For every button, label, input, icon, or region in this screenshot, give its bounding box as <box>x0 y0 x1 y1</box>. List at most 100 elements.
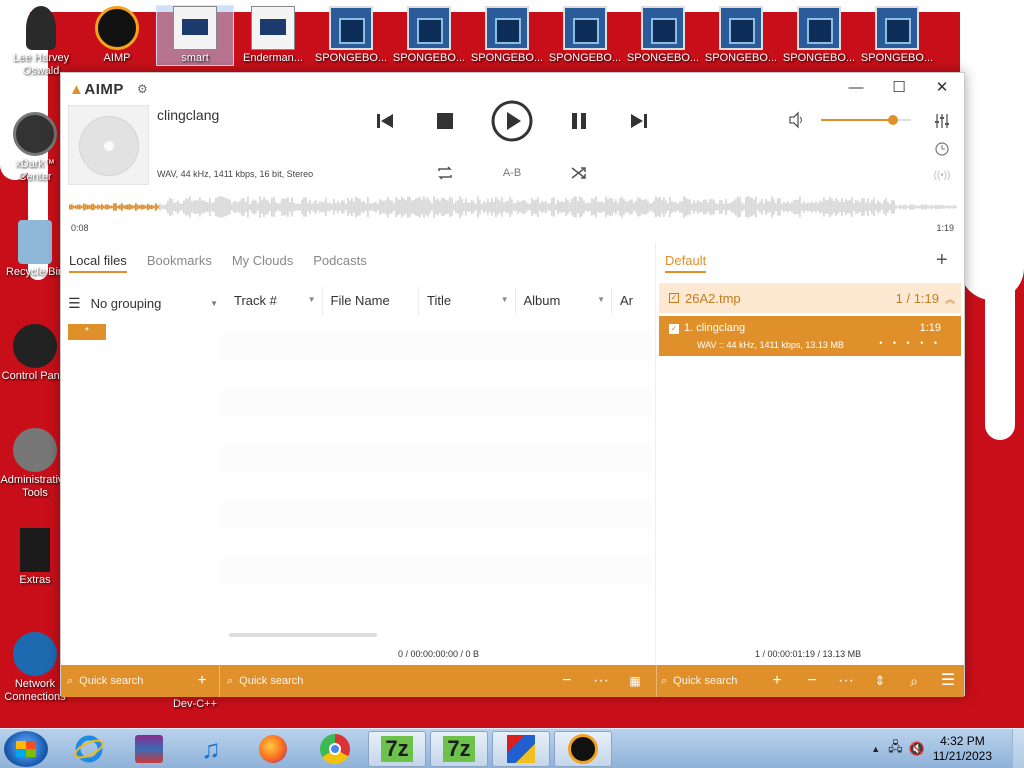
remove-files-button[interactable]: − <box>802 671 822 691</box>
waveform-bar <box>577 200 579 214</box>
playlist-tab-default[interactable]: Default <box>665 253 707 273</box>
waveform-bar <box>343 200 345 214</box>
play-button[interactable] <box>491 100 533 142</box>
clock[interactable]: 4:32 PM 11/21/2023 <box>933 734 992 764</box>
add-group-button[interactable]: + <box>192 671 212 691</box>
add-files-button[interactable]: + <box>767 671 787 691</box>
next-track-button[interactable] <box>627 109 651 133</box>
waveform-bar <box>943 204 945 210</box>
start-button[interactable] <box>4 731 48 767</box>
radio-broadcast-icon[interactable]: ((•)) <box>932 165 952 185</box>
show-hidden-icons[interactable]: ▲ <box>871 744 880 754</box>
remove-button[interactable]: − <box>557 671 577 691</box>
equalizer-button[interactable] <box>932 111 952 131</box>
group-checkbox[interactable]: ✓ <box>669 293 679 303</box>
desktop-icon-spongebob-3[interactable]: SPONGEBO... <box>468 6 546 65</box>
taskbar-ie[interactable] <box>60 731 118 767</box>
waveform-seekbar[interactable] <box>69 193 957 221</box>
minimize-button[interactable]: — <box>841 77 871 99</box>
waveform-bar <box>163 205 165 209</box>
settings-gear-icon[interactable]: ⚙ <box>137 82 148 96</box>
taskbar-virtualbox[interactable] <box>492 731 550 767</box>
tab-local-files[interactable]: Local files <box>69 253 127 273</box>
desktop-icon-aimp[interactable]: AIMP <box>78 6 156 65</box>
tab-my-clouds[interactable]: My Clouds <box>232 253 293 273</box>
taskbar-itunes[interactable]: ♫ <box>182 731 240 767</box>
taskbar-winrar[interactable] <box>120 731 178 767</box>
add-playlist-button[interactable]: + <box>936 249 948 272</box>
volume-knob[interactable] <box>888 115 898 125</box>
desktop-icon-spongebob-7[interactable]: SPONGEBO... <box>780 6 858 65</box>
filter-icon[interactable]: ▼ <box>501 295 509 304</box>
desktop-icon-spongebob-8[interactable]: SPONGEBO... <box>858 6 936 65</box>
desktop-icon-spongebob-4[interactable]: SPONGEBO... <box>546 6 624 65</box>
taskbar-aimp[interactable] <box>554 731 612 767</box>
grouping-dropdown[interactable]: ☰ No grouping ▼ <box>68 293 218 313</box>
repeat-button[interactable] <box>435 163 455 183</box>
filter-icon[interactable]: ▼ <box>308 295 316 304</box>
playlist-track-row[interactable]: ✓ 1. clingclang 1:19 WAV :: 44 kHz, 1411… <box>659 316 961 356</box>
more-options-icon[interactable]: ··· <box>591 671 611 691</box>
column-file-name[interactable]: File Name <box>323 287 419 315</box>
playlist-group-header[interactable]: ✓ 26A2.tmp 1 / 1:19 ︽ <box>659 283 961 313</box>
maximize-button[interactable]: ☐ <box>884 77 914 99</box>
volume-slider[interactable] <box>821 115 911 125</box>
library-search-input[interactable]: ⌕ Quick search <box>227 672 427 690</box>
sort-icon[interactable]: ⇕ <box>870 671 890 691</box>
filter-icon[interactable]: ▼ <box>597 295 605 304</box>
column-track-number[interactable]: Track # ▼ <box>226 287 323 315</box>
column-artist[interactable]: Ar <box>612 287 651 315</box>
view-grid-icon[interactable]: ▦ <box>625 671 645 691</box>
track-rating[interactable]: • • • • • <box>879 338 941 348</box>
desktop-icon-devcpp[interactable]: Dev-C++ <box>156 698 234 711</box>
desktop-icon-lee-harvey[interactable]: Lee Harvey Oswald <box>2 6 80 78</box>
search-icon[interactable]: ⌕ <box>904 671 924 691</box>
waveform-bar <box>355 196 357 218</box>
column-album[interactable]: Album ▼ <box>516 287 612 315</box>
desktop-icon-spongebob-6[interactable]: SPONGEBO... <box>702 6 780 65</box>
column-title[interactable]: Title ▼ <box>419 287 516 315</box>
network-tray-icon[interactable]: 🖧 <box>888 738 903 760</box>
menu-icon[interactable]: ☰ <box>938 671 958 691</box>
taskbar-firefox[interactable] <box>244 731 302 767</box>
waveform-bar <box>663 197 665 217</box>
desktop-icon-enderman[interactable]: Enderman... <box>234 6 312 65</box>
shuffle-button[interactable] <box>569 163 589 183</box>
track-checkbox[interactable]: ✓ <box>669 324 679 334</box>
waveform-bar <box>901 205 903 209</box>
pane-divider[interactable] <box>655 243 656 663</box>
scheduler-button[interactable] <box>932 139 952 159</box>
waveform-bar <box>753 199 755 215</box>
previous-track-button[interactable] <box>373 109 397 133</box>
desktop-icon-smart[interactable]: smart <box>156 5 234 66</box>
volume-tray-icon[interactable]: 🔇 <box>909 741 925 757</box>
desktop-icon-spongebob-1[interactable]: SPONGEBO... <box>312 6 390 65</box>
collapse-icon[interactable]: ︽ <box>945 291 955 306</box>
playlist-search-input[interactable]: ⌕ Quick search <box>661 672 771 690</box>
tab-podcasts[interactable]: Podcasts <box>313 253 366 273</box>
desktop-icon-spongebob-2[interactable]: SPONGEBO... <box>390 6 468 65</box>
title-bar[interactable]: ▲AIMP ⚙ — ☐ ✕ <box>61 73 964 103</box>
ab-repeat-button[interactable]: A-B <box>497 163 527 183</box>
waveform-bar <box>479 199 481 215</box>
library-group-search-input[interactable]: ⌕ Quick search <box>67 672 207 690</box>
waveform-bar <box>859 202 861 212</box>
horizontal-scrollbar[interactable] <box>229 633 377 637</box>
waveform-bar <box>747 196 749 218</box>
taskbar-7zip-1[interactable]: 7z <box>368 731 426 767</box>
pause-button[interactable] <box>567 109 591 133</box>
show-desktop-button[interactable] <box>1012 729 1024 768</box>
waveform-bar <box>207 202 209 212</box>
stop-button[interactable] <box>433 109 457 133</box>
taskbar-7zip-2[interactable]: 7z <box>430 731 488 767</box>
close-button[interactable]: ✕ <box>927 77 957 99</box>
more-options-icon[interactable]: ··· <box>836 671 856 691</box>
waveform-bar <box>847 200 849 214</box>
group-all-chip[interactable]: * <box>68 324 106 340</box>
tab-bookmarks[interactable]: Bookmarks <box>147 253 212 273</box>
volume-icon[interactable] <box>788 111 808 131</box>
taskbar-chrome[interactable] <box>306 731 364 767</box>
waveform-bar <box>817 203 819 211</box>
waveform-bar <box>893 200 895 214</box>
desktop-icon-spongebob-5[interactable]: SPONGEBO... <box>624 6 702 65</box>
